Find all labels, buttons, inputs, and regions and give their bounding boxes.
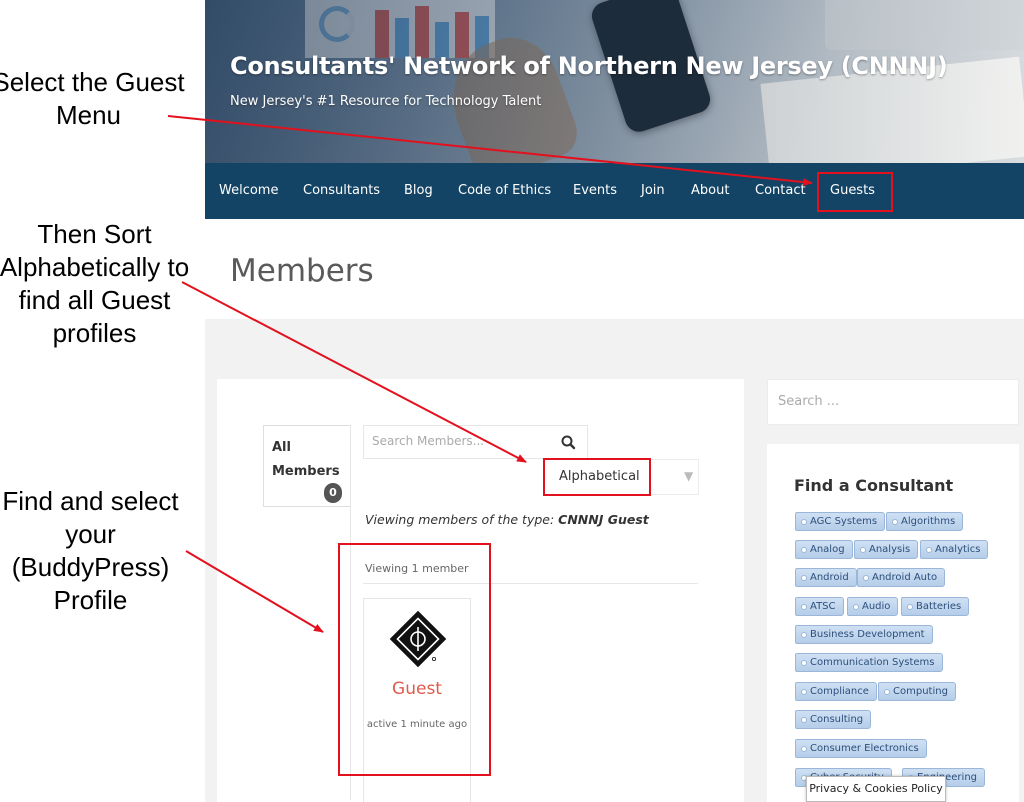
nav-item-blog[interactable]: Blog [404, 183, 433, 198]
tag-link[interactable]: Algorithms [886, 512, 964, 531]
main-nav: Welcome Consultants Blog Code of Ethics … [205, 163, 1024, 219]
tag-link[interactable]: Batteries [901, 597, 970, 616]
header-banner: Consultants' Network of Northern New Jer… [205, 0, 1024, 163]
tag-link[interactable]: Compliance [795, 682, 877, 701]
widget-title: Find a Consultant [794, 476, 954, 495]
member-last-active: active 1 minute ago [366, 719, 468, 730]
tag-link[interactable]: Audio [847, 597, 899, 616]
tag-link[interactable]: Computing [878, 682, 956, 701]
site-title[interactable]: Consultants' Network of Northern New Jer… [230, 52, 948, 80]
sort-order-select[interactable]: Alphabetical ▼ [543, 459, 699, 495]
nav-item-join[interactable]: Join [641, 183, 665, 198]
member-type-line: Viewing members of the type: CNNNJ Guest [365, 512, 649, 527]
tag-link[interactable]: Communication Systems [795, 653, 943, 672]
nav-item-events[interactable]: Events [573, 183, 617, 198]
member-avatar[interactable] [388, 609, 448, 669]
list-divider [363, 583, 698, 584]
annotation-sort-alphabetically: Then Sort Alphabetically to find all Gue… [0, 219, 190, 348]
member-name[interactable]: Guest [364, 679, 470, 699]
tab-divider [350, 425, 351, 800]
nav-item-guests[interactable]: Guests [830, 183, 875, 198]
nav-item-welcome[interactable]: Welcome [219, 183, 278, 198]
sort-order-value: Alphabetical [559, 469, 640, 484]
member-type-name: CNNNJ Guest [558, 512, 649, 527]
tag-link[interactable]: Consumer Electronics [795, 739, 927, 758]
member-search-input[interactable] [372, 434, 552, 448]
member-card[interactable]: Guest active 1 minute ago [363, 598, 471, 802]
tag-link[interactable]: AGC Systems [795, 512, 886, 531]
tab-all-members[interactable]: All Members 0 [263, 425, 351, 507]
annotation-select-guest-menu: Select the Guest Menu [0, 67, 185, 130]
tag-link[interactable]: Consulting [795, 710, 872, 729]
sidebar-search-input[interactable] [778, 394, 1003, 409]
tab-all-members-label: All Members [272, 440, 340, 479]
nav-item-contact[interactable]: Contact [755, 183, 806, 198]
page-title: Members [230, 253, 374, 289]
website-frame: Consultants' Network of Northern New Jer… [205, 0, 1024, 802]
sidebar-search-box [767, 379, 1019, 425]
banner-overlay [205, 0, 1024, 163]
tag-link[interactable]: Android [795, 568, 857, 587]
nav-item-code-of-ethics[interactable]: Code of Ethics [458, 183, 551, 198]
annotation-find-profile: Find and select your (BuddyPress) Profil… [2, 486, 179, 615]
member-count-badge: 0 [324, 483, 342, 503]
privacy-cookies-button[interactable]: Privacy & Cookies Policy [806, 776, 946, 802]
nav-item-about[interactable]: About [691, 183, 729, 198]
chevron-down-icon: ▼ [684, 469, 694, 483]
search-icon[interactable] [559, 433, 579, 453]
member-type-prefix: Viewing members of the type: [365, 512, 555, 527]
tag-link[interactable]: Business Development [795, 625, 933, 644]
tag-link[interactable]: Analysis [854, 540, 919, 559]
tag-link[interactable]: Android Auto [857, 568, 946, 587]
nav-item-consultants[interactable]: Consultants [303, 183, 380, 198]
tag-link[interactable]: Analytics [920, 540, 989, 559]
member-search-box [363, 425, 588, 459]
viewing-count: Viewing 1 member [365, 562, 469, 575]
tag-link[interactable]: ATSC [795, 597, 844, 616]
site-tagline: New Jersey's #1 Resource for Technology … [230, 94, 542, 109]
tag-link[interactable]: Analog [795, 540, 853, 559]
